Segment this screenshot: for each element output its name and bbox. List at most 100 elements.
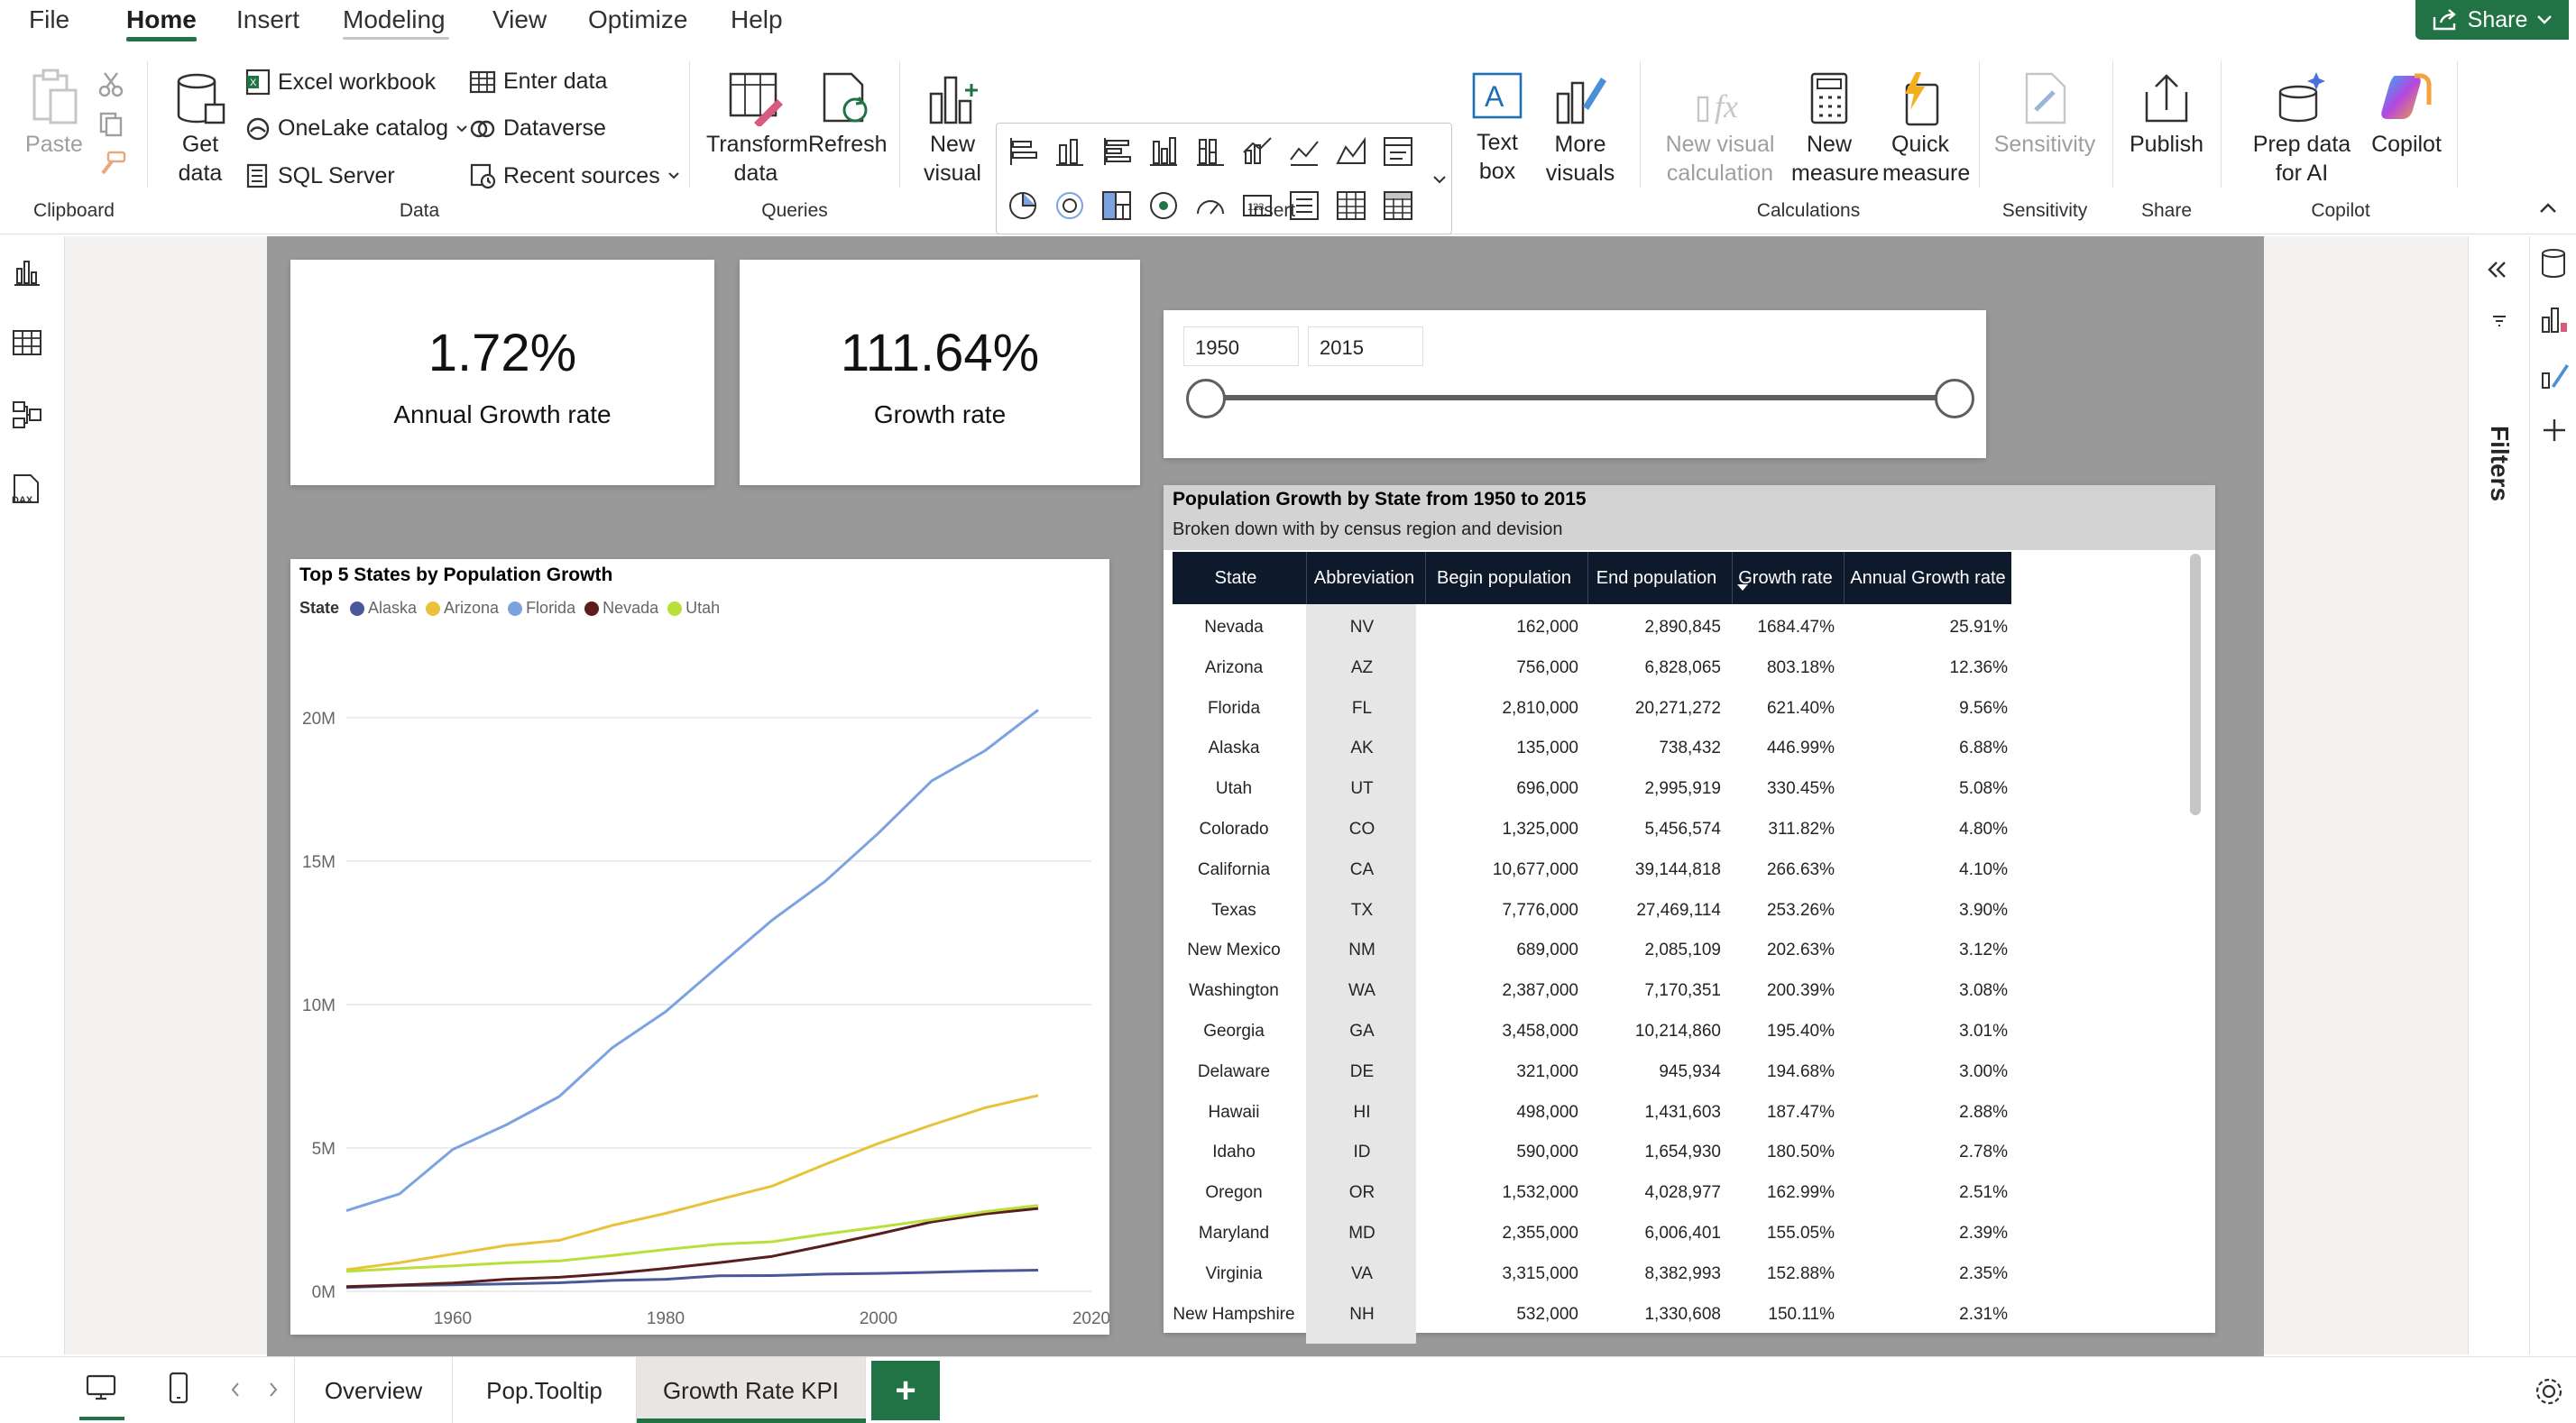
text-box-button[interactable]: A Text box [1459,70,1535,186]
slicer-start-handle[interactable] [1186,379,1226,418]
table-row-state[interactable]: Maryland [1173,1214,1295,1254]
page-tab-growth-rate-kpi[interactable]: Growth Rate KPI [637,1357,866,1423]
add-pane-icon[interactable] [2541,417,2568,444]
onelake-catalog-button[interactable]: OneLake catalog [245,115,468,142]
clustered-column-icon[interactable] [1146,134,1181,169]
table-row-state[interactable]: Alaska [1173,729,1295,769]
new-measure-button[interactable]: New measure [1791,70,1879,188]
dataverse-button[interactable]: Dataverse [469,115,606,142]
table-row-state[interactable]: Idaho [1173,1133,1295,1173]
table-column-header[interactable]: Annual Growth rate [1844,552,2011,604]
page-tab-pop-tooltip[interactable]: Pop.Tooltip [453,1357,637,1423]
stacked-column-icon[interactable] [1053,134,1087,169]
series-line-florida[interactable] [345,709,1039,1213]
kpi-card-growth-rate[interactable]: 111.64% Growth rate [740,260,1140,485]
chevron-left-icon[interactable] [229,1381,242,1399]
prep-data-ai-button[interactable]: Prep data for AI [2231,70,2372,188]
series-line-arizona[interactable] [345,1094,1039,1272]
kpi-card-annual-growth[interactable]: 1.72% Annual Growth rate [290,260,714,485]
copilot-button[interactable]: Copilot [2361,70,2452,159]
paste-button[interactable]: Paste [18,67,90,159]
clustered-bar-icon[interactable] [1099,134,1134,169]
table-visual[interactable]: Population Growth by State from 1950 to … [1164,485,2215,1345]
copy-icon[interactable] [97,110,124,137]
table-row-state[interactable]: Arizona [1173,648,1295,689]
table-row-state[interactable]: Delaware [1173,1052,1295,1093]
refresh-button[interactable]: Refresh [808,70,888,159]
sensitivity-button[interactable]: Sensitivity [1990,70,2100,159]
table-scrollbar[interactable] [2190,554,2201,815]
enter-data-button[interactable]: Enter data [469,69,607,95]
table-row-state[interactable]: Virginia [1173,1254,1295,1295]
recent-sources-button[interactable]: Recent sources [469,162,680,189]
table-row-state[interactable]: Georgia [1173,1012,1295,1052]
format-pane-icon[interactable] [2539,359,2570,391]
dax-query-view-icon[interactable]: DAX [9,473,45,507]
sql-server-button[interactable]: SQL Server [245,162,395,189]
settings-icon[interactable] [2533,1375,2565,1408]
collapse-ribbon-icon[interactable] [2538,202,2558,215]
cut-icon[interactable] [97,70,124,97]
series-line-utah[interactable] [345,1204,1039,1273]
transform-data-button[interactable]: Transform data [704,70,808,188]
series-line-alaska[interactable] [345,1269,1039,1290]
table-column-header[interactable]: Abbreviation [1306,552,1421,604]
table-row-state[interactable]: Florida [1173,689,1295,730]
line-chart-visual[interactable]: Top 5 States by Population Growth State … [290,559,1109,1335]
table-row-state[interactable]: Nevada [1173,608,1295,648]
slicer-end-handle[interactable] [1935,379,1974,418]
menu-view[interactable]: View [492,5,547,34]
table-row-state[interactable]: Colorado [1173,810,1295,850]
add-page-button[interactable]: + [871,1361,940,1420]
expand-pane-icon[interactable] [2487,260,2508,280]
table-column-header[interactable]: State [1173,552,1299,604]
share-button[interactable]: Share [2415,0,2569,40]
report-view-icon[interactable] [11,256,43,289]
slicer-icon[interactable] [1381,134,1415,169]
new-visual-button[interactable]: New visual [911,70,994,188]
visualizations-pane-icon[interactable] [2539,303,2570,335]
table-column-header[interactable]: Growth rate [1732,552,1838,604]
table-row-state[interactable]: Oregon [1173,1173,1295,1214]
slicer-start-input[interactable]: 1950 [1183,326,1299,366]
mobile-layout-icon[interactable] [168,1372,189,1404]
area-chart-icon[interactable] [1334,134,1368,169]
menu-home[interactable]: Home [126,5,197,34]
menu-help[interactable]: Help [731,5,783,34]
chevron-down-icon[interactable] [1432,175,1447,186]
desktop-layout-icon[interactable] [85,1373,117,1402]
publish-button[interactable]: Publish [2125,70,2208,159]
slicer-end-input[interactable]: 2015 [1308,326,1423,366]
table-column-header[interactable]: End population [1587,552,1725,604]
table-row-state[interactable]: California [1173,850,1295,891]
line-chart-icon[interactable] [1287,134,1321,169]
get-data-button[interactable]: Get data [164,72,236,188]
filters-label[interactable]: Filters [2485,426,2514,501]
menu-insert[interactable]: Insert [236,5,299,34]
table-row-state[interactable]: New Mexico [1173,931,1295,971]
table-row-state[interactable]: Hawaii [1173,1093,1295,1134]
menu-modeling[interactable]: Modeling [343,5,446,34]
year-range-slicer[interactable]: 1950 2015 [1164,310,1986,458]
page-tab-overview[interactable]: Overview [294,1357,453,1423]
chevron-right-icon[interactable] [267,1381,280,1399]
menu-optimize[interactable]: Optimize [588,5,687,34]
model-view-icon[interactable] [11,399,43,431]
100-stacked-column-icon[interactable] [1193,134,1228,169]
table-row-state[interactable]: New Hampshire [1173,1295,1295,1336]
table-column-header[interactable]: Begin population [1425,552,1582,604]
stacked-bar-icon[interactable] [1006,134,1040,169]
menu-file[interactable]: File [29,5,69,34]
data-pane-icon[interactable] [2539,247,2568,280]
quick-measure-button[interactable]: Quick measure [1876,70,1970,188]
format-painter-icon[interactable] [97,150,126,177]
table-row-state[interactable]: Texas [1173,891,1295,932]
more-visuals-button[interactable]: More visuals [1535,70,1625,188]
table-row-state[interactable]: Utah [1173,769,1295,810]
sql-server-icon [246,163,268,188]
new-visual-calculation-button[interactable]: fx New visual calculation [1660,70,1780,188]
line-and-column-icon[interactable] [1240,134,1274,169]
excel-workbook-button[interactable]: X Excel workbook [245,69,436,96]
table-view-icon[interactable] [11,326,43,359]
table-row-state[interactable]: Washington [1173,971,1295,1012]
